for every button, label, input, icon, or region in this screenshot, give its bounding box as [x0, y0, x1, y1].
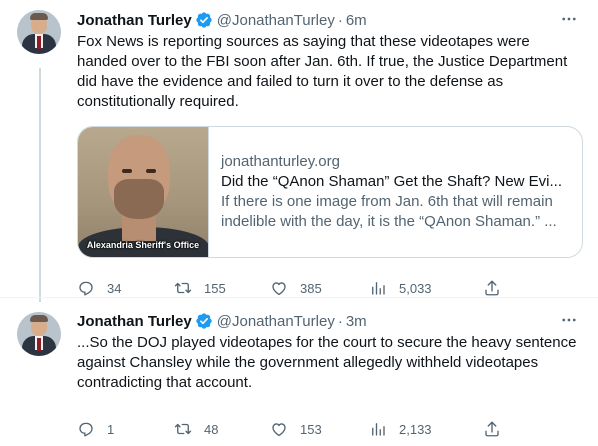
link-card[interactable]: Alexandria Sheriff's Office jonathanturl… — [77, 126, 583, 258]
reply-count: 1 — [107, 421, 115, 437]
author-name[interactable]: Jonathan Turley — [77, 12, 192, 29]
verified-badge-icon — [196, 12, 212, 28]
card-domain: jonathanturley.org — [221, 153, 340, 170]
retweet-icon — [174, 282, 192, 294]
views-count: 2,133 — [399, 421, 432, 437]
views-count: 5,033 — [399, 280, 432, 296]
reply-count: 34 — [107, 280, 122, 296]
retweet-icon — [174, 423, 192, 435]
avatar[interactable] — [17, 312, 61, 356]
views-chart-icon — [372, 282, 385, 295]
separator-dot: · — [337, 312, 343, 330]
tweet-text: ...So the DOJ played videotapes for the … — [77, 334, 577, 391]
more-horizontal-icon[interactable] — [558, 309, 580, 331]
author-name[interactable]: Jonathan Turley — [77, 313, 192, 330]
retweet-button[interactable]: 48 — [174, 420, 218, 438]
timestamp[interactable]: 3m — [346, 313, 367, 330]
card-title: Did the “QAnon Shaman” Get the Shaft? Ne… — [221, 173, 563, 190]
like-button[interactable]: 385 — [270, 279, 322, 297]
tweet[interactable]: Jonathan Turley @JonathanTurley · 6m Fox… — [0, 0, 598, 298]
tweet[interactable]: Jonathan Turley @JonathanTurley · 3m ...… — [0, 298, 598, 446]
author-handle[interactable]: @JonathanTurley — [217, 313, 335, 330]
tweet-header: Jonathan Turley @JonathanTurley · 3m — [77, 311, 584, 331]
retweet-count: 155 — [204, 280, 226, 296]
heart-icon — [272, 282, 286, 296]
tweet-text: Fox News is reporting sources as saying … — [77, 33, 568, 110]
retweet-button[interactable]: 155 — [174, 279, 226, 297]
card-description: If there is one image from Jan. 6th that… — [221, 193, 557, 230]
separator-dot: · — [337, 11, 343, 29]
avatar[interactable] — [17, 10, 61, 54]
timestamp[interactable]: 6m — [346, 12, 367, 29]
image-caption: Alexandria Sheriff's Office — [86, 240, 200, 250]
reply-button[interactable]: 1 — [77, 420, 114, 438]
like-button[interactable]: 153 — [270, 420, 322, 438]
retweet-count: 48 — [204, 421, 219, 437]
more-horizontal-icon[interactable] — [558, 8, 580, 30]
views-button[interactable]: 2,133 — [369, 420, 432, 438]
like-count: 153 — [300, 421, 322, 437]
heart-icon — [272, 423, 286, 437]
verified-badge-icon — [196, 313, 212, 329]
share-icon — [485, 280, 499, 296]
link-card-image[interactable]: Alexandria Sheriff's Office — [78, 127, 209, 257]
share-button[interactable] — [483, 279, 501, 297]
reply-icon — [79, 281, 93, 296]
views-button[interactable]: 5,033 — [369, 279, 432, 297]
share-button[interactable] — [483, 420, 501, 438]
tweet-header: Jonathan Turley @JonathanTurley · 6m — [77, 10, 584, 30]
reply-icon — [79, 422, 93, 437]
author-handle[interactable]: @JonathanTurley — [217, 12, 335, 29]
like-count: 385 — [300, 280, 322, 296]
views-chart-icon — [372, 423, 385, 436]
reply-button[interactable]: 34 — [77, 279, 121, 297]
share-icon — [485, 421, 499, 437]
